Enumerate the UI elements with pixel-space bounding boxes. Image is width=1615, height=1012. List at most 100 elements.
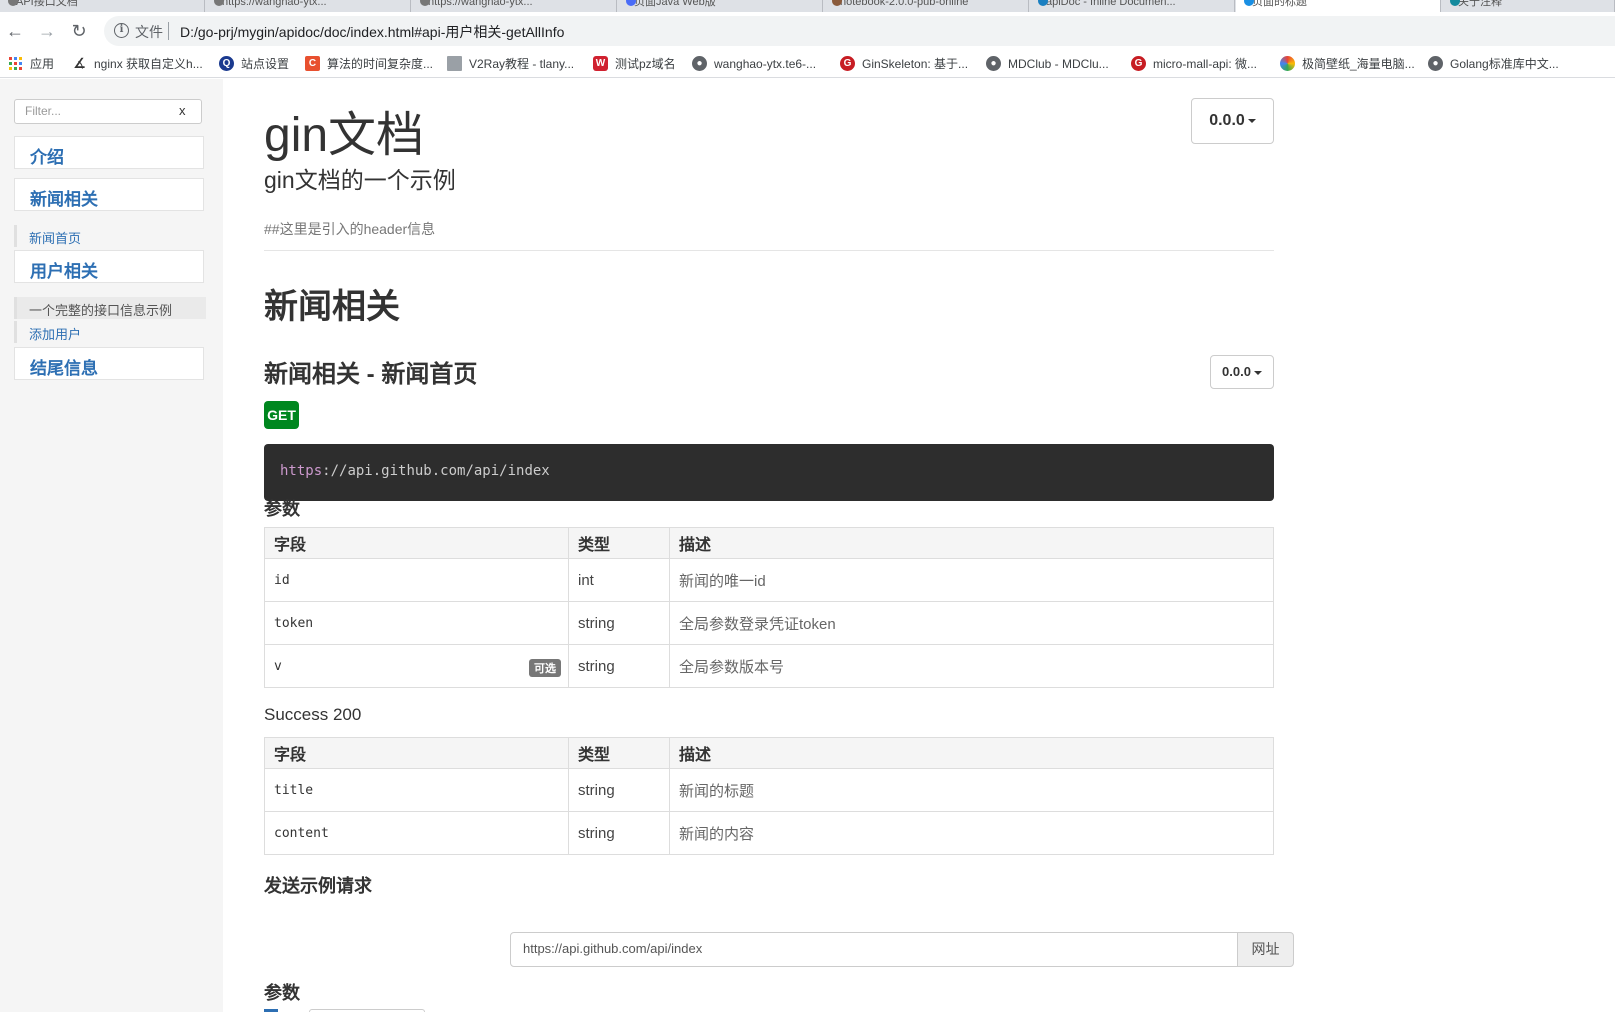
success-table: 字段 类型 描述 title string 新闻的标题 content stri… (264, 737, 1274, 855)
divider (264, 250, 1274, 251)
globe-icon: ● (1428, 56, 1443, 71)
doc-content: gin文档 gin文档的一个示例 ##这里是引入的header信息 0.0.0 … (264, 79, 1294, 1012)
version-label: 0.0.0 (1209, 112, 1245, 129)
browser-tab-active[interactable]: 页面的标题 (1236, 0, 1441, 12)
bookmark-item[interactable]: ● MDClub - MDClu... (986, 55, 1109, 73)
table-row: id int 新闻的唯一id (264, 558, 1274, 602)
sidebar-item-add-user[interactable]: 添加用户 (14, 321, 206, 343)
bookmark-item[interactable]: Q 站点设置 (219, 55, 289, 73)
c-logo-icon: C (305, 56, 320, 71)
info-icon[interactable]: i (114, 23, 129, 38)
column-header: 类型 (568, 737, 670, 769)
browser-tab-strip: API接口文档 https://wanghao-ytx... https://w… (0, 0, 1615, 12)
bookmark-item[interactable]: W 测试pz域名 (593, 55, 676, 73)
address-bar[interactable]: i 文件 D:/go-prj/mygin/apidoc/doc/index.ht… (104, 16, 1615, 46)
column-header: 字段 (264, 527, 569, 559)
optional-badge: 可选 (529, 659, 561, 677)
browser-tab[interactable]: notebook-2.0.0-pub-online (824, 0, 1029, 12)
browser-tab[interactable]: https://wanghao-ytx... (412, 0, 617, 12)
bookmark-item[interactable]: ● Golang标准库中文... (1428, 55, 1559, 73)
param-field: token (264, 601, 569, 645)
apps-grid-icon (8, 56, 23, 71)
param-desc: 新闻的唯一id (669, 558, 1274, 602)
success-field: title (264, 768, 569, 812)
param-field: id (264, 558, 569, 602)
success-type: string (568, 768, 670, 812)
url-addon-label: 网址 (1237, 932, 1294, 967)
sidebar-group-footer[interactable]: 结尾信息 (14, 347, 204, 380)
sample-url-input[interactable]: https://api.github.com/api/index (510, 932, 1238, 967)
table-row: v 可选 string 全局参数版本号 (264, 644, 1274, 688)
sample-params-heading: 参数 (264, 983, 300, 1003)
globe-icon: ● (692, 56, 707, 71)
param-type: int (568, 558, 670, 602)
browser-tab[interactable]: API接口文档 (0, 0, 205, 12)
bookmark-item[interactable]: ∡ nginx 获取自定义h... (72, 55, 202, 73)
bookmark-item[interactable]: ● wanghao-ytx.te6-... (692, 55, 816, 73)
sidebar-group-intro[interactable]: 介绍 (14, 136, 204, 169)
caret-down-icon (1247, 118, 1256, 123)
gitee-icon: G (840, 56, 855, 71)
section-title: 新闻相关 (264, 288, 400, 326)
success-field: content (264, 811, 569, 855)
bookmark-item[interactable]: C 算法的时间复杂度... (305, 55, 433, 73)
back-arrow-icon[interactable]: ← (4, 20, 26, 42)
bookmark-item[interactable]: G GinSkeleton: 基于... (840, 55, 968, 73)
bookmark-apps[interactable]: 应用 (8, 55, 54, 73)
table-row: content string 新闻的内容 (264, 811, 1274, 855)
endpoint-version-dropdown[interactable]: 0.0.0 (1210, 355, 1274, 389)
filter-clear-button[interactable]: x (179, 103, 186, 118)
column-header: 类型 (568, 527, 670, 559)
browser-tab[interactable]: 页面Java Web版 (618, 0, 823, 12)
sidebar-item-news-home[interactable]: 新闻首页 (14, 225, 206, 247)
doc-sidebar: Filter... x 介绍 新闻相关 新闻首页 用户相关 一个完整的接口信息示… (0, 79, 223, 1012)
bookmarks-bar: 应用 ∡ nginx 获取自定义h... Q 站点设置 C 算法的时间复杂度... V… (0, 50, 1615, 78)
browser-tab[interactable]: 关于注释 (1442, 0, 1615, 12)
color-wheel-icon (1280, 56, 1295, 71)
sample-request-heading: 发送示例请求 (264, 876, 372, 896)
version-dropdown[interactable]: 0.0.0 (1191, 98, 1274, 144)
sidebar-item-full-example[interactable]: 一个完整的接口信息示例 (14, 297, 206, 319)
caret-down-icon (1253, 370, 1262, 375)
endpoint-title: 新闻相关 - 新闻首页 (264, 361, 478, 388)
browser-tab[interactable]: apiDoc - Inline Documen... (1030, 0, 1235, 12)
url-scheme: https (280, 463, 323, 479)
header-info: ##这里是引入的header信息 (264, 221, 436, 237)
bookmark-item[interactable]: Gmicro-mall-api: 微... (1131, 55, 1257, 73)
globe-icon: ● (986, 56, 1001, 71)
site-settings-icon: Q (219, 56, 234, 71)
browser-tab[interactable]: https://wanghao-ytx... (206, 0, 411, 12)
reload-icon[interactable]: ↻ (68, 20, 90, 42)
table-row: token string 全局参数登录凭证token (264, 601, 1274, 645)
column-header: 描述 (669, 527, 1274, 559)
bookmark-item[interactable]: V2Ray教程 - tlany... (447, 55, 574, 73)
success-heading: Success 200 (264, 705, 362, 724)
page-subtitle: gin文档的一个示例 (264, 167, 456, 193)
address-url[interactable]: D:/go-prj/mygin/apidoc/doc/index.html#ap… (180, 22, 564, 42)
table-header-row: 字段 类型 描述 (264, 527, 1274, 559)
forward-arrow-icon[interactable]: → (36, 20, 58, 42)
address-divider (168, 22, 169, 40)
success-desc: 新闻的内容 (669, 811, 1274, 855)
browser-toolbar: ← → ↻ i 文件 D:/go-prj/mygin/apidoc/doc/in… (0, 12, 1615, 50)
param-type: string (568, 644, 670, 688)
param-type: string (568, 601, 670, 645)
success-type: string (568, 811, 670, 855)
endpoint-url-code: https://api.github.com/api/index (264, 444, 1274, 501)
page-icon (447, 56, 462, 71)
sidebar-group-news[interactable]: 新闻相关 (14, 178, 204, 211)
table-header-row: 字段 类型 描述 (264, 737, 1274, 769)
sidebar-group-users[interactable]: 用户相关 (14, 250, 204, 283)
success-desc: 新闻的标题 (669, 768, 1274, 812)
param-field: v (274, 658, 282, 674)
url-rest: ://api.github.com/api/index (322, 463, 550, 479)
param-field-cell: v 可选 (264, 644, 569, 688)
shield-logo-icon: W (593, 56, 608, 71)
params-table: 字段 类型 描述 id int 新闻的唯一id token string 全局参… (264, 527, 1274, 688)
param-desc: 全局参数登录凭证token (669, 601, 1274, 645)
nginx-icon: ∡ (73, 55, 86, 71)
bookmark-item[interactable]: 极简壁纸_海量电脑... (1280, 55, 1415, 73)
sample-url-group: https://api.github.com/api/index 网址 (510, 932, 1294, 967)
page-title: gin文档 (264, 109, 425, 162)
filter-input[interactable]: Filter... (14, 99, 202, 124)
